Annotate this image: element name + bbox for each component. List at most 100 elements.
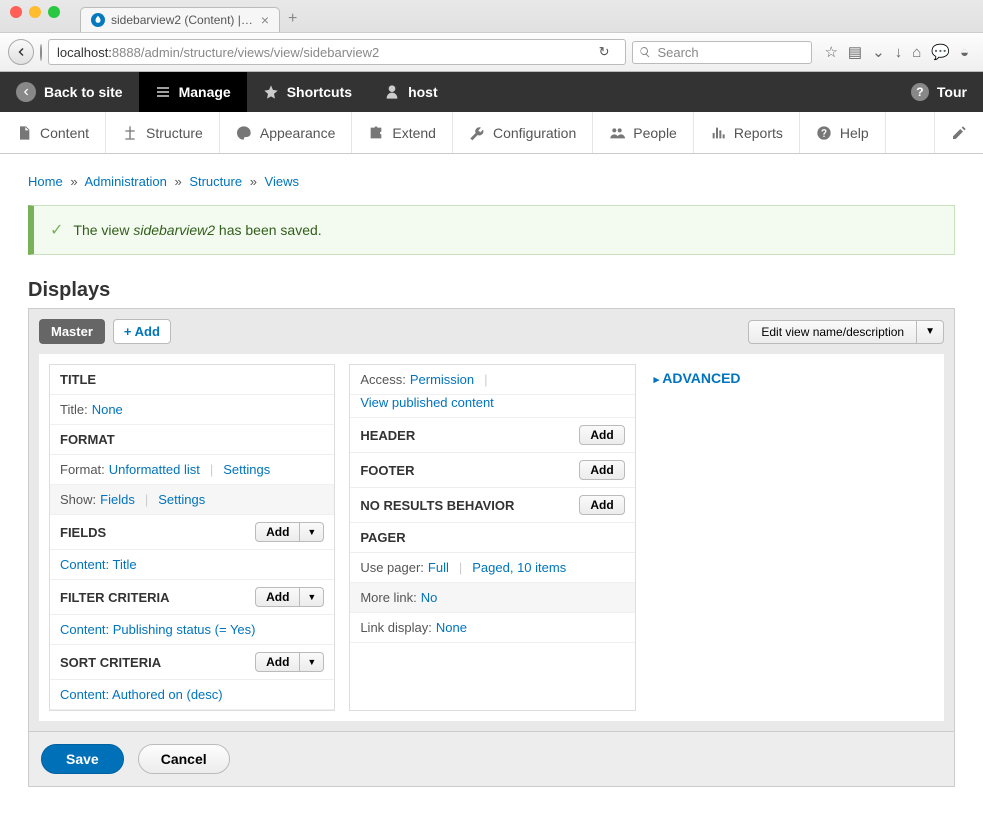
status-message: ✓ The view sidebarview2 has been saved. xyxy=(28,205,955,255)
subnav-configuration[interactable]: Configuration xyxy=(453,112,593,153)
browser-search-box[interactable]: Search xyxy=(632,41,812,64)
status-text: The view sidebarview2 has been saved. xyxy=(73,222,321,238)
subnav-reports[interactable]: Reports xyxy=(694,112,800,153)
tab-close-icon[interactable]: × xyxy=(261,13,269,27)
shield-icon[interactable]: ◒ xyxy=(960,44,969,61)
browser-chrome: sidebarview2 (Content) | H... × + localh… xyxy=(0,0,983,72)
subnav-extend[interactable]: Extend xyxy=(352,112,453,153)
user-icon xyxy=(384,84,400,100)
edit-view-name-button[interactable]: Edit view name/description xyxy=(748,320,917,344)
subnav-appearance[interactable]: Appearance xyxy=(220,112,353,153)
access-perm-link[interactable]: View published content xyxy=(360,395,493,410)
back-arrow-icon xyxy=(16,82,36,102)
chat-icon[interactable]: 💬 xyxy=(931,43,950,61)
reload-icon[interactable]: ↻ xyxy=(591,44,618,60)
search-icon xyxy=(639,46,651,58)
nav-back-button[interactable] xyxy=(8,39,34,65)
shortcuts-button[interactable]: Shortcuts xyxy=(247,72,368,112)
admin-toolbar: Back to site Manage Shortcuts host ? Tou… xyxy=(0,72,983,112)
format-section-header: FORMAT xyxy=(60,432,115,447)
column-middle: Access: Permission | View published cont… xyxy=(349,364,635,711)
noresults-section-header: NO RESULTS BEHAVIOR xyxy=(360,498,514,513)
access-value-link[interactable]: Permission xyxy=(410,372,474,387)
breadcrumb-home[interactable]: Home xyxy=(28,174,63,189)
form-actions: Save Cancel xyxy=(28,732,955,787)
document-icon xyxy=(16,125,32,141)
format-settings-link[interactable]: Settings xyxy=(223,462,270,477)
browser-tab[interactable]: sidebarview2 (Content) | H... × xyxy=(80,7,280,32)
edit-view-dropdown[interactable]: ▼ xyxy=(917,320,944,344)
pager-value-link[interactable]: Full xyxy=(428,560,449,575)
sort-item-link[interactable]: Content: Authored on (desc) xyxy=(60,687,223,702)
tab-title: sidebarview2 (Content) | H... xyxy=(111,13,255,27)
home-icon[interactable]: ⌂ xyxy=(912,44,921,61)
filter-item-link[interactable]: Content: Publishing status (= Yes) xyxy=(60,622,255,637)
save-button[interactable]: Save xyxy=(41,744,124,774)
manage-button[interactable]: Manage xyxy=(139,72,247,112)
subnav-edit-toggle[interactable] xyxy=(934,112,983,153)
sidebar-icon[interactable]: ▤ xyxy=(848,43,862,61)
back-to-site-button[interactable]: Back to site xyxy=(0,72,139,112)
column-right: ADVANCED xyxy=(650,364,934,711)
sort-section-header: SORT CRITERIA xyxy=(60,655,161,670)
add-display-button[interactable]: Add xyxy=(113,319,171,344)
site-identity-icon[interactable] xyxy=(40,45,42,60)
breadcrumb-views[interactable]: Views xyxy=(265,174,299,189)
wrench-icon xyxy=(469,125,485,141)
hamburger-icon xyxy=(155,84,171,100)
subnav-structure[interactable]: Structure xyxy=(106,112,220,153)
new-tab-button[interactable]: + xyxy=(280,6,305,32)
displays-panel: Master Add Edit view name/description ▼ … xyxy=(28,308,955,732)
pencil-icon xyxy=(951,125,967,141)
people-icon xyxy=(609,125,625,141)
drupal-favicon xyxy=(91,13,105,27)
header-section-header: HEADER xyxy=(360,428,415,443)
format-value-link[interactable]: Unformatted list xyxy=(109,462,200,477)
filter-section-header: FILTER CRITERIA xyxy=(60,590,170,605)
filter-add-dropdown[interactable]: ▼ xyxy=(300,587,324,607)
title-value-link[interactable]: None xyxy=(92,402,123,417)
browser-toolbar-icons: ☆ ▤ ⌄ ↓ ⌂ 💬 ◒ xyxy=(818,43,975,61)
bookmark-icon[interactable]: ☆ xyxy=(824,43,837,61)
tour-button[interactable]: ? Tour xyxy=(895,72,983,112)
subnav-content[interactable]: Content xyxy=(0,112,106,153)
sort-add-dropdown[interactable]: ▼ xyxy=(300,652,324,672)
more-link-value[interactable]: No xyxy=(421,590,438,605)
display-tab-master[interactable]: Master xyxy=(39,319,105,344)
help-icon xyxy=(816,125,832,141)
advanced-toggle[interactable]: ADVANCED xyxy=(650,364,934,392)
reports-icon xyxy=(710,125,726,141)
pager-section-header: PAGER xyxy=(360,530,405,545)
header-add-button[interactable]: Add xyxy=(579,425,624,445)
pocket-icon[interactable]: ⌄ xyxy=(872,43,885,61)
footer-add-button[interactable]: Add xyxy=(579,460,624,480)
filter-add-button[interactable]: Add xyxy=(255,587,300,607)
link-display-value[interactable]: None xyxy=(436,620,467,635)
subnav-help[interactable]: Help xyxy=(800,112,886,153)
downloads-icon[interactable]: ↓ xyxy=(895,44,903,61)
fields-add-button[interactable]: Add xyxy=(255,522,300,542)
subnav-people[interactable]: People xyxy=(593,112,694,153)
breadcrumb-structure[interactable]: Structure xyxy=(189,174,242,189)
show-settings-link[interactable]: Settings xyxy=(158,492,205,507)
fields-add-dropdown[interactable]: ▼ xyxy=(300,522,324,542)
pager-detail-link[interactable]: Paged, 10 items xyxy=(472,560,566,575)
displays-heading: Displays xyxy=(28,279,955,302)
footer-section-header: FOOTER xyxy=(360,463,414,478)
check-icon: ✓ xyxy=(50,220,63,240)
appearance-icon xyxy=(236,125,252,141)
help-circle-icon: ? xyxy=(911,83,929,101)
structure-icon xyxy=(122,125,138,141)
breadcrumb: Home » Administration » Structure » View… xyxy=(28,174,955,189)
column-left: TITLE Title: None FORMAT Format: Unforma… xyxy=(49,364,335,711)
url-host: localhost:8888/admin/structure/views/vie… xyxy=(57,45,379,60)
user-button[interactable]: host xyxy=(368,72,454,112)
url-bar[interactable]: localhost:8888/admin/structure/views/vie… xyxy=(48,39,626,65)
noresults-add-button[interactable]: Add xyxy=(579,495,624,515)
sort-add-button[interactable]: Add xyxy=(255,652,300,672)
breadcrumb-admin[interactable]: Administration xyxy=(84,174,166,189)
cancel-button[interactable]: Cancel xyxy=(138,744,230,774)
field-item-link[interactable]: Content: Title xyxy=(60,557,137,572)
star-icon xyxy=(263,84,279,100)
show-value-link[interactable]: Fields xyxy=(100,492,135,507)
